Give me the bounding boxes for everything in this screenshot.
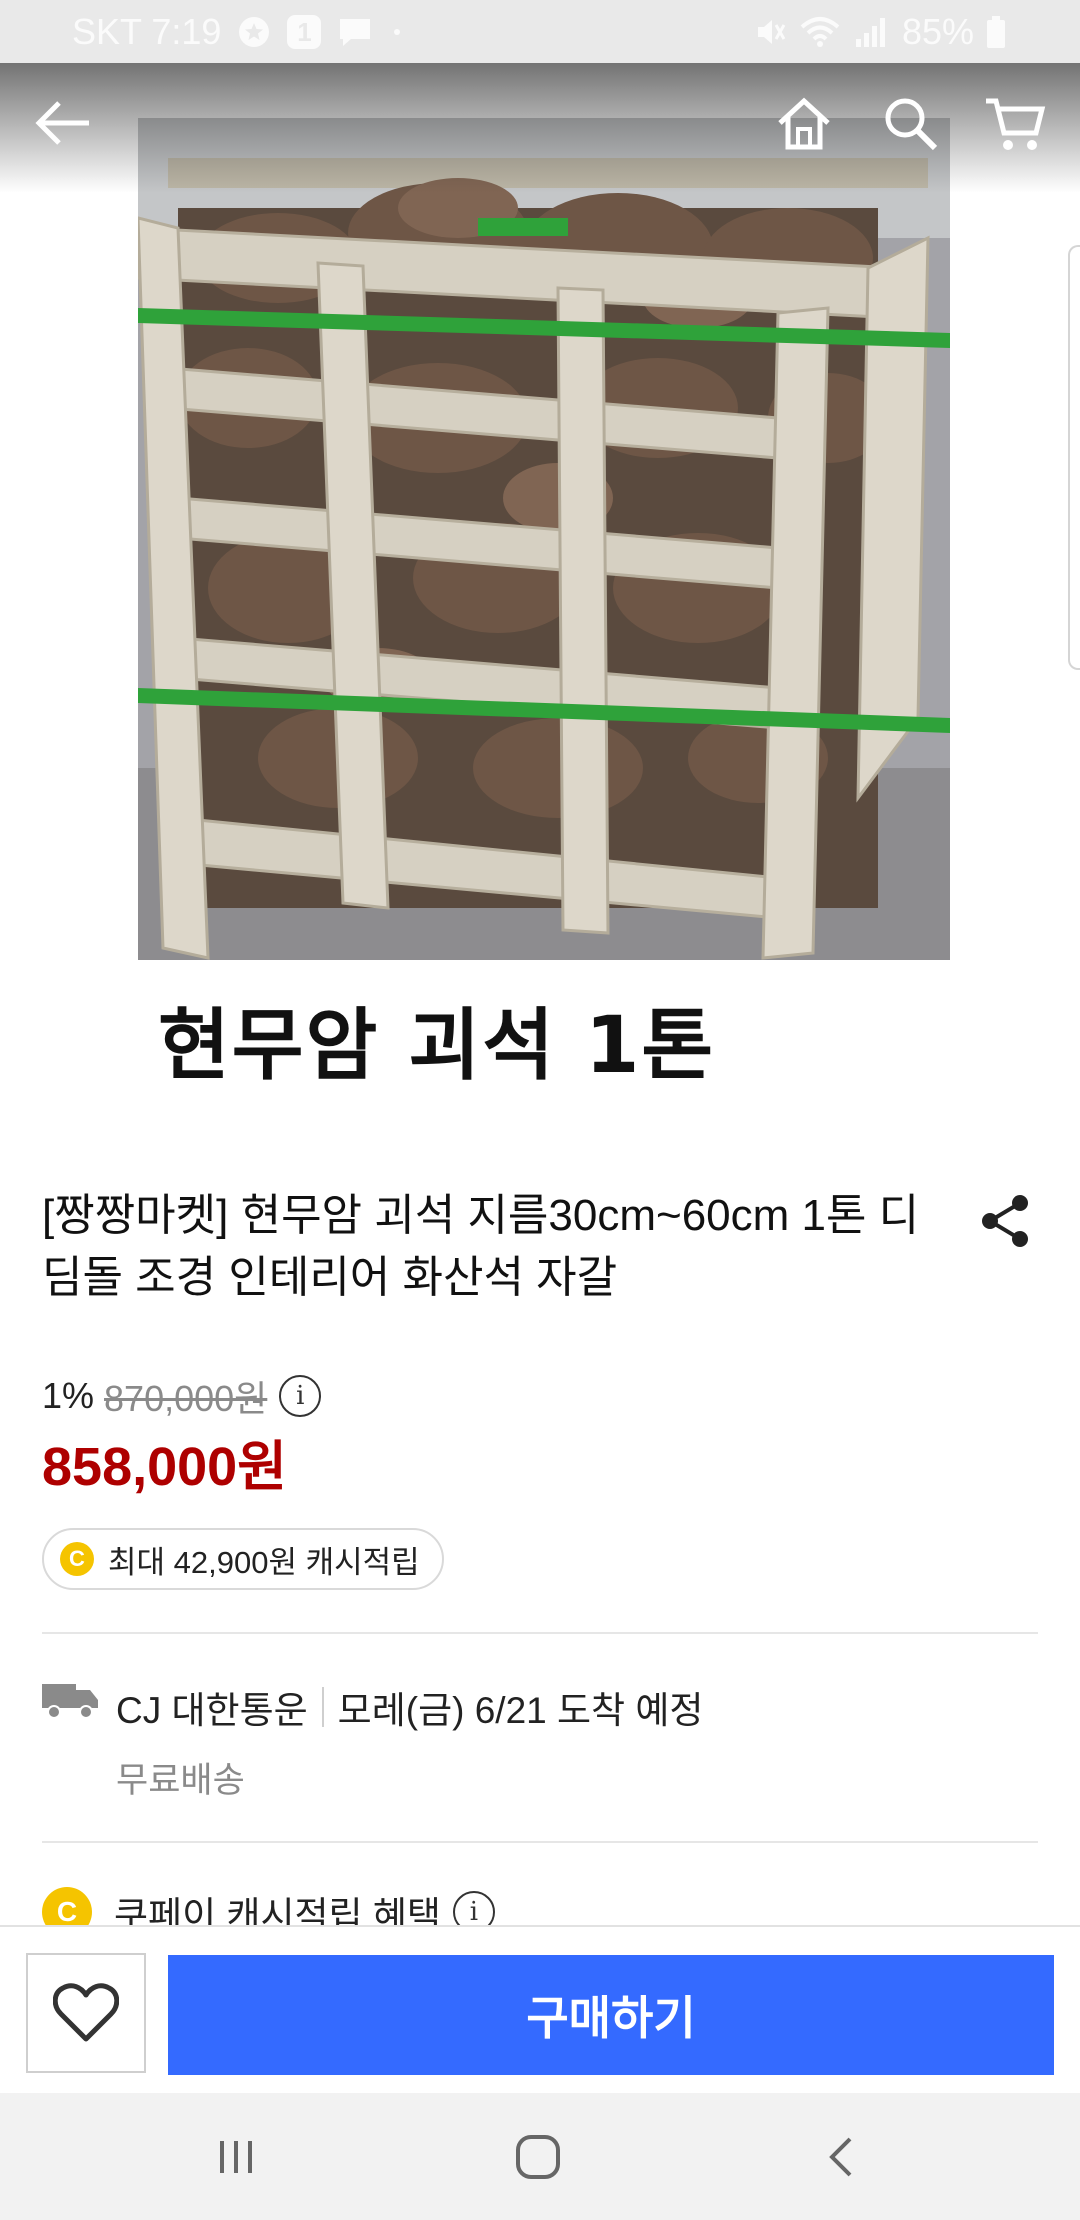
image-scroll-handle[interactable] — [1068, 245, 1080, 670]
home-icon — [778, 97, 830, 150]
shipping-carrier: CJ 대한통운 — [116, 1690, 308, 1731]
wishlist-button[interactable] — [26, 1953, 146, 2073]
back-arrow-icon — [35, 101, 89, 145]
free-shipping: 무료배송 — [116, 1761, 245, 1800]
back-chevron-icon — [829, 2137, 852, 2177]
battery-icon — [986, 15, 1006, 49]
gear-badge-icon — [237, 15, 271, 49]
dot-icon — [389, 24, 405, 40]
notification-count-icon: 1 — [287, 15, 322, 49]
arrival-estimate: 모레(금) 6/21 도착 예정 — [337, 1690, 704, 1731]
home-button[interactable] — [769, 88, 839, 158]
share-button[interactable] — [975, 1190, 1037, 1252]
message-icon — [337, 15, 373, 49]
signal-icon — [854, 15, 888, 49]
original-price: 870,000원 — [104, 1378, 268, 1419]
product-title: [짱짱마켓] 현무암 괴석 지름30cm~60cm 1톤 디딤돌 조경 인테리어… — [42, 1191, 920, 1302]
back-nav-button[interactable] — [802, 2123, 882, 2191]
home-circle-icon — [516, 2135, 560, 2179]
divider — [42, 1841, 1038, 1843]
sale-price: 858,000원 — [42, 1437, 287, 1497]
price-info-icon[interactable]: i — [279, 1375, 322, 1417]
crate-illustration — [138, 118, 950, 960]
cash-coin-icon: C — [60, 1542, 94, 1576]
status-bar: SKT 7:19 1 85% — [0, 0, 1080, 63]
cashback-text: 최대 42,900원 캐시적립 — [108, 1544, 420, 1580]
back-button[interactable] — [28, 88, 98, 158]
search-button[interactable] — [875, 88, 945, 158]
recent-apps-button[interactable] — [196, 2123, 276, 2191]
product-image[interactable]: 현무암 괴석 1톤 — [0, 63, 1080, 1163]
recent-apps-icon — [220, 2141, 252, 2173]
product-photo — [138, 118, 950, 960]
buy-button[interactable]: 구매하기 — [168, 1955, 1054, 2075]
share-icon — [982, 1195, 1028, 1247]
home-nav-button[interactable] — [498, 2123, 578, 2191]
shipping-info: CJ 대한통운 모레(금) 6/21 도착 예정 — [116, 1680, 703, 1734]
discount-rate: 1% — [42, 1375, 95, 1416]
purchase-bar: 구매하기 — [0, 1925, 1080, 2093]
carrier-time: SKT 7:19 — [72, 11, 222, 52]
divider — [42, 1632, 1038, 1634]
heart-icon — [53, 1983, 119, 2042]
delivery-truck-icon — [42, 1684, 98, 1719]
system-nav-bar — [0, 2093, 1080, 2220]
search-icon — [885, 98, 938, 151]
battery-percent: 85% — [901, 11, 974, 52]
cart-button[interactable] — [980, 88, 1050, 158]
price-row: 1% 870,000원 i — [42, 1370, 322, 1422]
cashback-badge: C 최대 42,900원 캐시적립 — [42, 1528, 444, 1590]
wifi-icon — [800, 15, 840, 49]
separator — [321, 1687, 324, 1727]
image-caption: 현무암 괴석 1톤 — [158, 1001, 716, 1091]
cart-icon — [986, 98, 1046, 150]
mute-icon — [752, 15, 786, 49]
